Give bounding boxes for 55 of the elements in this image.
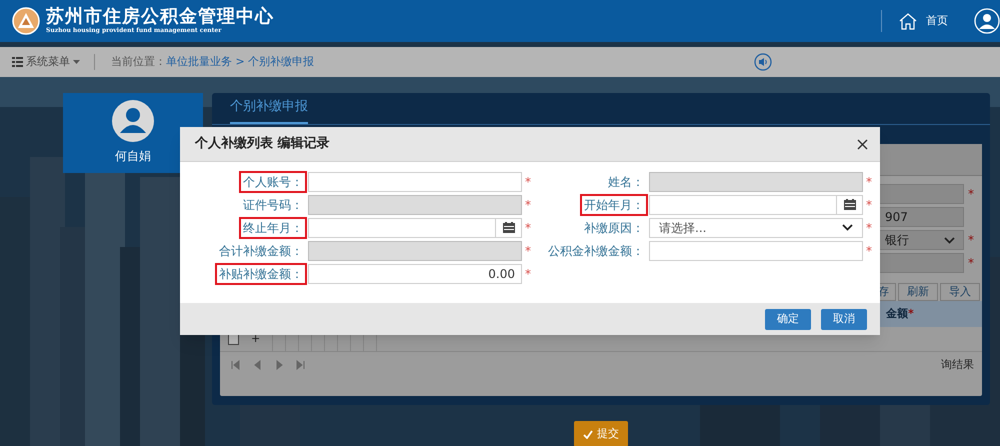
input-field[interactable]: 0.00 [308,264,522,284]
column-header: 金额* [886,306,914,322]
breadcrumb-link[interactable]: 单位批量业务 > 个别补缴申报 [166,54,314,70]
site-title: 苏州市住房公积金管理中心 [46,8,274,26]
close-icon[interactable] [857,138,868,150]
calendar-icon [844,199,856,210]
field-label: 补缴原因： [583,220,645,236]
submit-button[interactable]: 提交 [574,421,628,446]
calendar-icon [502,222,514,233]
dialog-title: 个人补缴列表 编辑记录 [195,134,330,154]
required-mark: * [968,232,974,249]
date-field[interactable] [308,218,522,238]
page-tab[interactable]: 个别补缴申报 [230,96,308,124]
field-label: 个人账号： [241,172,305,190]
user-avatar-icon [111,99,155,143]
required-mark: * [525,198,531,210]
pager-icon[interactable] [274,360,284,370]
home-link[interactable]: 首页 [898,12,948,30]
add-row-button[interactable]: + [251,330,260,348]
pager-status: 询结果 [941,356,975,373]
pager-icon[interactable] [252,360,262,370]
caret-icon [73,60,80,64]
home-icon [898,12,918,30]
field-label: 合计补缴金额： [218,242,304,260]
chevron-down-icon [842,224,853,231]
required-mark: * [525,176,531,188]
field-label: 补贴补缴金额： [217,264,305,282]
dialog-button[interactable]: 确定 [765,308,811,330]
field-label: 证件号码： [242,196,304,214]
chevron-down-icon [944,236,955,244]
logo-icon [12,7,40,35]
field-label: 公积金补缴金额： [547,242,645,260]
dialog-button[interactable]: 取消 [821,308,867,330]
field-label: 姓名： [607,174,645,190]
required-mark: * [866,176,872,188]
required-mark: * [968,255,974,272]
list-icon [12,57,23,67]
user-name: 何自娟 [115,148,151,165]
toolbar-button[interactable]: 刷新 [898,283,938,301]
required-mark: * [968,186,974,203]
field-label: 开始年月： [582,196,646,214]
pager-icon[interactable] [230,360,240,370]
date-field[interactable] [649,194,863,214]
toolbar-button[interactable]: 导入 [940,283,980,301]
required-mark: * [525,268,531,280]
field-label: 终止年月： [241,218,305,236]
user-avatar-icon[interactable] [974,8,1000,34]
check-icon [583,430,593,438]
required-mark: * [525,244,531,256]
speaker-icon[interactable] [754,53,772,71]
pager-icon[interactable] [296,360,306,370]
required-mark: * [525,222,531,234]
location-label: 当前位置： [111,54,166,70]
system-menu-button[interactable]: 系统菜单 [12,54,80,70]
select-field[interactable]: 请选择... [649,218,863,238]
